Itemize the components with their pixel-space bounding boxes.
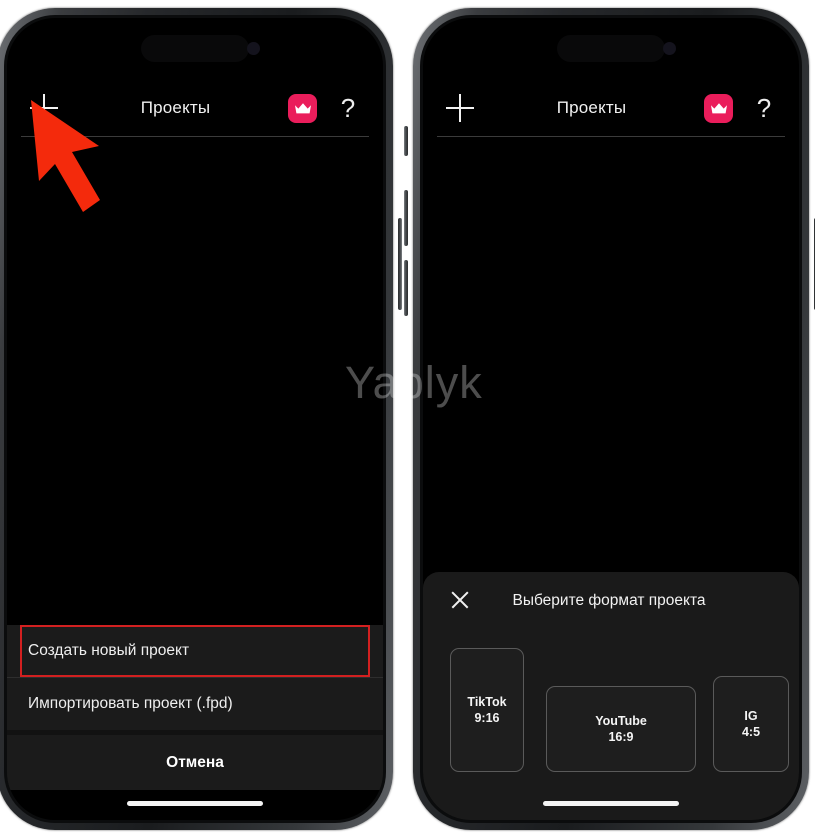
plus-icon[interactable] [443,91,477,125]
page-title: Проекты [556,98,627,117]
top-bar-left: Проекты ? [7,80,383,136]
home-indicator[interactable] [127,801,263,806]
top-bar-right: Проекты ? [423,80,799,136]
format-card-ig[interactable]: IG 4:5 [713,676,789,772]
phone-bezel-left: Проекты ? Создать новый проект Импортиро… [4,15,386,823]
phone-right: Проекты ? Выберите формат проекта TikTok… [404,8,815,830]
help-button[interactable]: ? [333,93,363,123]
phone-left: Проекты ? Создать новый проект Импортиро… [0,8,402,830]
format-card-ratio: 9:16 [474,711,500,725]
home-indicator[interactable] [543,801,679,806]
volume-down-button[interactable] [404,260,408,316]
format-card-name: YouTube [595,713,647,728]
menu-item-create-new-project[interactable]: Создать новый проект [7,625,383,677]
format-sheet-header: Выберите формат проекта [423,572,799,630]
close-icon[interactable] [449,589,471,611]
front-camera-icon [247,42,260,55]
help-button[interactable]: ? [749,93,779,123]
format-card-youtube[interactable]: YouTube 16:9 [546,686,696,772]
cancel-button[interactable]: Отмена [7,735,383,790]
format-picker-sheet: Выберите формат проекта TikTok 9:16 YouT… [423,572,799,820]
format-sheet-title: Выберите формат проекта [512,592,706,609]
action-sheet: Создать новый проект Импортировать проек… [7,625,383,790]
volume-up-button[interactable] [404,190,408,246]
format-card-tiktok[interactable]: TikTok 9:16 [450,648,524,772]
format-card-ratio: 4:5 [741,725,761,739]
format-card-name: TikTok [467,694,507,709]
format-card-name: IG [744,708,758,723]
power-button[interactable] [398,218,402,310]
page-title: Проекты [140,98,211,117]
crown-icon[interactable] [288,93,317,123]
phone-bezel-right: Проекты ? Выберите формат проекта TikTok… [420,15,802,823]
top-bar-divider [21,136,369,137]
dynamic-island [141,35,249,62]
screen-right: Проекты ? Выберите формат проекта TikTok… [423,18,799,820]
format-card-list: TikTok 9:16 YouTube 16:9 IG 4:5 [423,638,799,774]
front-camera-icon [663,42,676,55]
silent-switch[interactable] [404,126,408,156]
crown-icon[interactable] [704,93,733,123]
dynamic-island [557,35,665,62]
menu-item-import-project[interactable]: Импортировать проект (.fpd) [7,678,383,730]
screen-left: Проекты ? Создать новый проект Импортиро… [7,18,383,820]
top-bar-divider [437,136,785,137]
plus-icon[interactable] [27,91,61,125]
screenshot-stage: Проекты ? Создать новый проект Импортиро… [0,0,815,834]
action-sheet-group: Создать новый проект Импортировать проек… [7,625,383,730]
format-card-ratio: 16:9 [608,730,634,744]
